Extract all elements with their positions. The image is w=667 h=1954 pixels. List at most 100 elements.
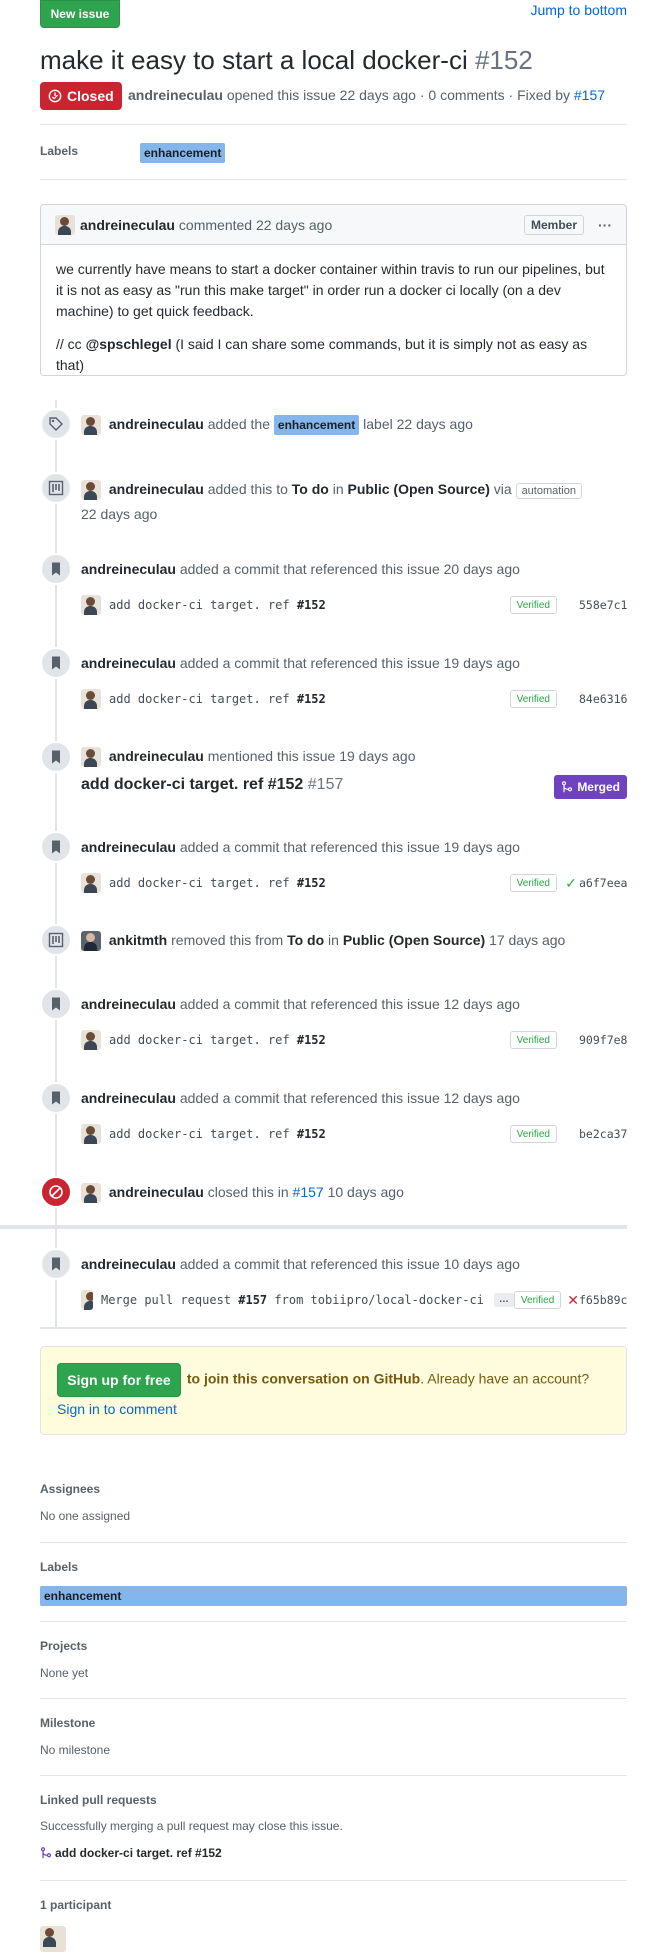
event-user[interactable]: andreineculau bbox=[81, 1256, 176, 1272]
verified-badge[interactable]: Verified bbox=[509, 1125, 557, 1143]
signup-text: to join this conversation on GitHub bbox=[186, 1370, 421, 1387]
commit-sha-link[interactable]: 84e6316 bbox=[579, 692, 627, 706]
comment-author[interactable]: andreineculau bbox=[80, 217, 175, 233]
mention-link[interactable]: @spschlegel bbox=[86, 336, 172, 352]
assignees-heading[interactable]: Assignees bbox=[40, 1482, 100, 1496]
avatar[interactable] bbox=[81, 595, 101, 615]
verified-badge[interactable]: Verified bbox=[509, 1031, 557, 1049]
event-user[interactable]: andreineculau bbox=[81, 996, 176, 1012]
avatar[interactable] bbox=[81, 1183, 101, 1204]
verified-badge[interactable]: Verified bbox=[509, 874, 557, 892]
commit-sha-link[interactable]: 558e7c1 bbox=[579, 598, 627, 612]
commit-message[interactable]: add docker-ci target. ref #152 bbox=[109, 598, 326, 612]
event-user[interactable]: andreineculau bbox=[109, 748, 204, 764]
issue-ref-link[interactable]: #152 bbox=[297, 1033, 326, 1047]
commit-row: add docker-ci target. ref #152 Verified … bbox=[81, 872, 627, 894]
event-user[interactable]: andreineculau bbox=[109, 481, 204, 497]
new-issue-button[interactable]: New issue bbox=[40, 0, 120, 28]
mentioned-pr[interactable]: add docker-ci target. ref #152 #157 bbox=[81, 776, 343, 794]
comment-more-menu[interactable]: ··· bbox=[598, 217, 612, 233]
project-link[interactable]: Public (Open Source) bbox=[348, 481, 490, 497]
pr-link[interactable]: #157 bbox=[293, 1184, 324, 1200]
pr-ref-link[interactable]: #157 bbox=[238, 1293, 267, 1307]
issue-author-link[interactable]: andreineculau bbox=[128, 87, 223, 103]
avatar[interactable] bbox=[81, 1124, 101, 1144]
projects-heading[interactable]: Projects bbox=[40, 1639, 87, 1653]
issue-ref-link[interactable]: #152 bbox=[297, 876, 326, 890]
avatar[interactable] bbox=[81, 931, 101, 952]
issue-ref-link[interactable]: #152 bbox=[297, 598, 326, 612]
avatar[interactable] bbox=[81, 689, 101, 709]
issue-ref-link[interactable]: #152 bbox=[297, 692, 326, 706]
event-time: 22 days ago bbox=[81, 506, 158, 522]
timeline-event-removed-from-project: ankitmth removed this from To do in Publ… bbox=[81, 930, 627, 952]
issue-ref-link[interactable]: #152 bbox=[297, 1127, 326, 1141]
linked-pr-title[interactable]: add docker-ci target. ref #152 bbox=[55, 1846, 222, 1860]
member-badge: Member bbox=[523, 214, 584, 235]
project-link[interactable]: Public (Open Source) bbox=[343, 932, 485, 948]
comment-paragraph: we currently have means to start a docke… bbox=[56, 261, 605, 319]
avatar[interactable] bbox=[81, 747, 101, 768]
verified-badge[interactable]: Verified bbox=[509, 690, 557, 708]
bookmark-icon bbox=[52, 750, 60, 764]
event-text: mentioned this issue 19 days ago bbox=[207, 748, 416, 764]
participant-avatar[interactable] bbox=[40, 1926, 66, 1952]
timeline-event-commit: andreineculau added a commit that refere… bbox=[81, 837, 627, 857]
event-time: 10 days ago bbox=[327, 1184, 404, 1200]
linked-pr-item[interactable]: add docker-ci target. ref #152 bbox=[40, 1846, 222, 1860]
event-user[interactable]: andreineculau bbox=[81, 561, 176, 577]
check-success-icon[interactable]: ✓ bbox=[563, 875, 579, 892]
merged-badge: Merged bbox=[554, 775, 627, 799]
avatar[interactable] bbox=[81, 1290, 93, 1310]
commit-message[interactable]: add docker-ci target. ref #152 bbox=[109, 1127, 326, 1141]
project-badge bbox=[40, 472, 72, 504]
merged-label: Merged bbox=[577, 780, 620, 794]
project-icon bbox=[48, 480, 64, 496]
fixed-by-link[interactable]: #157 bbox=[574, 87, 605, 103]
event-time: 17 days ago bbox=[489, 932, 566, 948]
avatar[interactable] bbox=[55, 214, 75, 235]
signup-text: . Already have an account? bbox=[420, 1370, 590, 1387]
divider bbox=[40, 124, 627, 125]
milestone-heading[interactable]: Milestone bbox=[40, 1716, 95, 1730]
event-user[interactable]: andreineculau bbox=[81, 655, 176, 671]
expand-commit-button[interactable]: … bbox=[493, 1293, 514, 1307]
commit-sha-link[interactable]: f65b89c bbox=[579, 1293, 627, 1307]
commit-message[interactable]: add docker-ci target. ref #152 bbox=[109, 1033, 326, 1047]
avatar[interactable] bbox=[81, 415, 101, 436]
commit-badge bbox=[40, 988, 72, 1020]
divider bbox=[40, 1698, 627, 1699]
sign-in-link[interactable]: Sign in to comment bbox=[57, 1401, 177, 1417]
avatar[interactable] bbox=[81, 1030, 101, 1050]
label-enhancement[interactable]: enhancement bbox=[40, 1586, 627, 1606]
avatar[interactable] bbox=[81, 480, 101, 501]
event-user[interactable]: andreineculau bbox=[81, 839, 176, 855]
divider bbox=[40, 179, 627, 180]
commit-row: Merge pull request #157 from tobiipro/lo… bbox=[81, 1289, 627, 1311]
avatar[interactable] bbox=[81, 873, 101, 893]
jump-to-bottom-link[interactable]: Jump to bottom bbox=[531, 2, 628, 18]
labels-sidebar-heading[interactable]: Labels bbox=[40, 1560, 78, 1574]
bookmark-icon bbox=[52, 840, 60, 854]
verified-badge[interactable]: Verified bbox=[513, 1291, 562, 1309]
commit-message[interactable]: Merge pull request #157 from tobiipro/lo… bbox=[101, 1293, 484, 1307]
commit-row: add docker-ci target. ref #152 Verified … bbox=[81, 688, 627, 710]
commit-sha-link[interactable]: be2ca37 bbox=[579, 1127, 627, 1141]
comment-box: andreineculau commented 22 days ago Memb… bbox=[40, 204, 627, 376]
commit-message[interactable]: add docker-ci target. ref #152 bbox=[109, 876, 326, 890]
tag-badge bbox=[40, 408, 72, 440]
event-user[interactable]: andreineculau bbox=[109, 1184, 204, 1200]
label-enhancement[interactable]: enhancement bbox=[140, 143, 226, 163]
event-user[interactable]: ankitmth bbox=[109, 932, 167, 948]
signup-button[interactable]: Sign up for free bbox=[57, 1363, 181, 1397]
check-failure-icon[interactable]: ✕ bbox=[567, 1292, 579, 1309]
verified-badge[interactable]: Verified bbox=[509, 596, 557, 614]
pr-title[interactable]: add docker-ci target. ref #152 bbox=[81, 776, 303, 793]
commit-message[interactable]: add docker-ci target. ref #152 bbox=[109, 692, 326, 706]
commit-sha-link[interactable]: a6f7eea bbox=[579, 876, 627, 890]
event-user[interactable]: andreineculau bbox=[81, 1090, 176, 1106]
event-user[interactable]: andreineculau bbox=[109, 416, 204, 432]
milestone-value: No milestone bbox=[40, 1743, 111, 1757]
label-enhancement[interactable]: enhancement bbox=[273, 415, 360, 435]
commit-sha-link[interactable]: 909f7e8 bbox=[579, 1033, 627, 1047]
